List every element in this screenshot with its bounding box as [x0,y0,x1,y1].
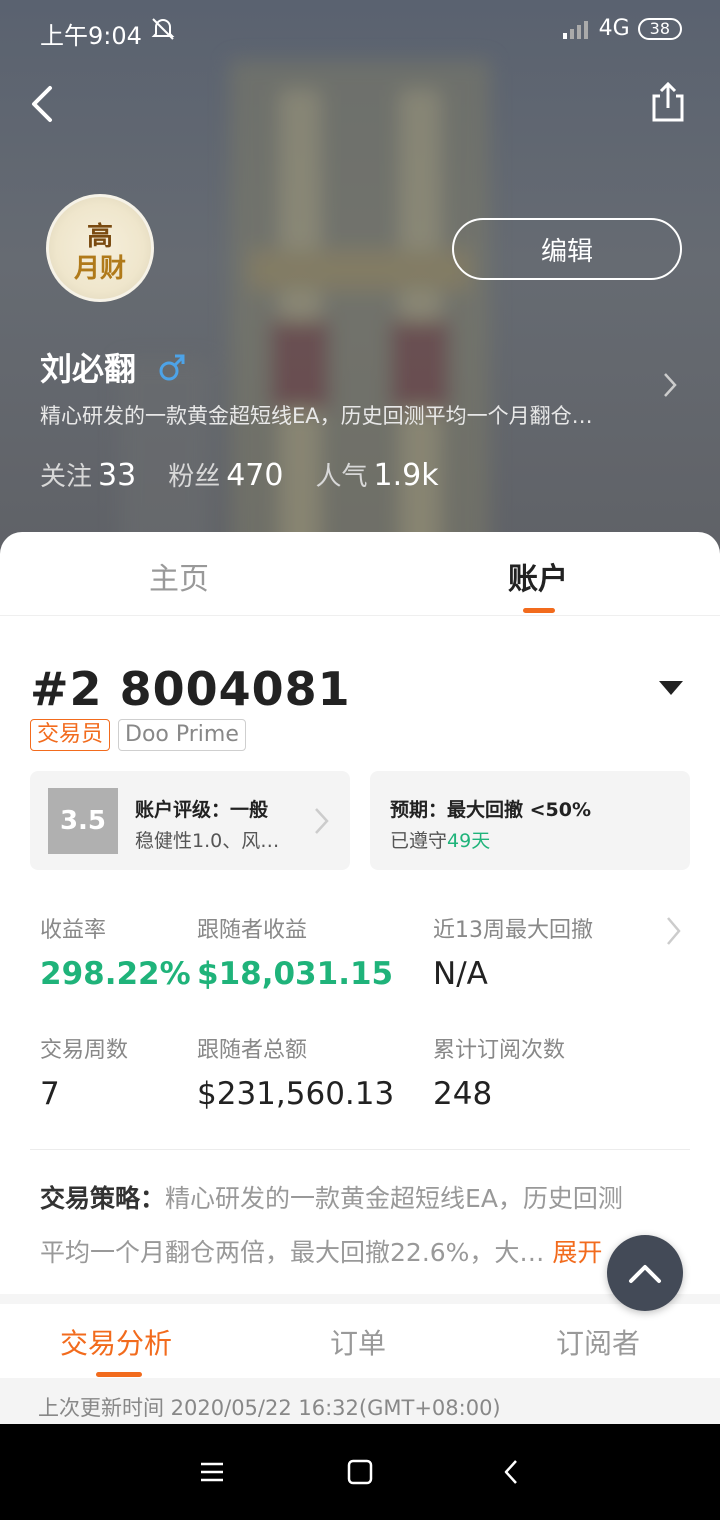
network-type: 4G [598,16,630,41]
user-bio[interactable]: 精心研发的一款黄金超短线EA，历史回测平均一个月翻仓… [40,400,640,430]
stat-following[interactable]: 关注 33 [40,456,136,493]
dropdown-triangle-icon[interactable] [658,680,684,696]
back-nav-icon[interactable] [498,1458,526,1486]
update-time-bar: 上次更新时间 2020/05/22 16:32(GMT+08:00) [0,1378,720,1424]
chevron-right-icon[interactable] [660,370,680,400]
menu-icon[interactable] [198,1458,226,1486]
tab-trade-analysis[interactable]: 交易分析 [60,1322,172,1362]
signal-icon [562,20,588,39]
account-tags: 交易员 Doo Prime [30,719,246,751]
tab-subscribers[interactable]: 订阅者 [556,1322,640,1362]
battery-level: 38 [637,17,682,40]
account-rating-box[interactable]: 3.5 账户评级：一般 稳健性1.0、风… [30,771,350,870]
name-row: 刘必翻 [40,344,186,390]
update-time: 上次更新时间 2020/05/22 16:32(GMT+08:00) [38,1396,501,1420]
system-nav-bar [0,1424,720,1520]
account-id: #2 8004081 [30,662,351,716]
metric-follower-profit: 跟随者收益 $18,031.15 [197,918,394,992]
active-tab-indicator [523,608,555,613]
expectation-days: 49天 [447,830,491,852]
broker-badge: Doo Prime [118,719,246,751]
trading-strategy: 交易策略：精心研发的一款黄金超短线EA，历史回测 平均一个月翻仓两倍，最大回撤2… [40,1172,680,1280]
metric-max-drawdown[interactable]: 近13周最大回撤 N/A [433,912,593,992]
rating-title: 账户评级：一般 [135,799,269,821]
role-badge: 交易员 [30,719,111,751]
section-gap [0,1294,720,1304]
avatar-logo-image: 高 月财 [73,221,126,284]
home-square-icon[interactable] [346,1458,374,1486]
metric-follower-total: 跟随者总额 $231,560.13 [197,1038,395,1112]
scroll-to-top-button[interactable] [607,1235,683,1311]
edit-profile-button[interactable]: 编辑 [452,218,682,280]
chevron-right-icon [315,808,329,834]
rating-detail: 稳健性1.0、风… [135,830,280,852]
chevron-up-icon [629,1265,661,1283]
sub-tabs: 交易分析 订单 订阅者 [0,1304,720,1378]
metric-subscriptions: 累计订阅次数 248 [433,1038,566,1112]
profile-header: 上午9:04 4G 38 高 月财 编辑 刘必翻 精心研发的一款黄金超短线EA，… [0,0,720,580]
metric-return-rate: 收益率 298.22% [40,918,191,992]
strategy-text-line2: 平均一个月翻仓两倍，最大回撤22.6%，大… [40,1238,545,1267]
profile-stats: 关注 33 粉丝 470 人气 1.9k [40,456,439,493]
avatar[interactable]: 高 月财 [46,194,154,302]
tab-account[interactable]: 账户 [508,554,568,598]
user-name: 刘必翻 [40,350,137,388]
tab-orders[interactable]: 订单 [330,1322,386,1362]
expectation-title: 预期：最大回撤 <50% [390,799,592,821]
stat-popularity: 人气 1.9k [315,458,439,493]
back-arrow-icon[interactable] [24,80,68,128]
main-tabs: 主页 账户 [0,532,720,616]
muted-bell-icon [151,18,175,40]
svg-text:月财: 月财 [73,254,126,284]
tab-home[interactable]: 主页 [149,554,209,598]
status-indicators: 4G 38 [561,16,682,41]
share-icon[interactable] [648,80,688,124]
chevron-right-icon[interactable] [664,914,684,948]
metric-trade-weeks: 交易周数 7 [40,1038,129,1112]
active-subtab-indicator [96,1372,142,1377]
divider [30,1149,690,1150]
strategy-text-line1: 精心研发的一款黄金超短线EA，历史回测 [165,1184,623,1213]
expand-link[interactable]: 展开 [552,1238,602,1267]
rating-score: 3.5 [48,788,118,854]
svg-text:高: 高 [87,221,113,252]
expectation-detail: 已遵守49天 [390,830,491,852]
status-bar: 上午9:04 4G 38 [0,0,720,60]
strategy-label: 交易策略： [40,1184,166,1213]
male-gender-icon [159,354,185,381]
stat-followers[interactable]: 粉丝 470 [168,456,283,493]
status-time: 上午9:04 [40,22,142,50]
expectation-box: 预期：最大回撤 <50% 已遵守49天 [370,771,690,870]
